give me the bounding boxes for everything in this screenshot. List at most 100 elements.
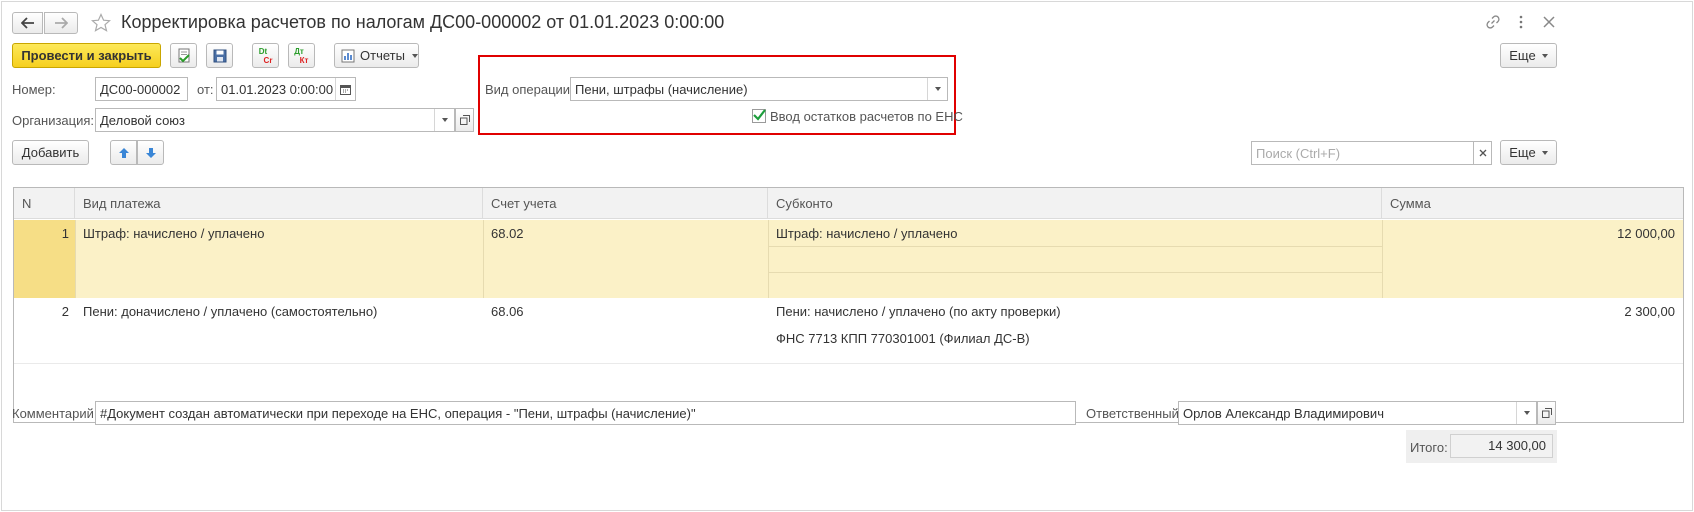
more-vertical-icon[interactable] [1516,14,1526,30]
post-button[interactable] [170,43,197,68]
add-button[interactable]: Добавить [12,140,89,165]
table-more-label: Еще [1509,145,1536,160]
report-icon [341,49,355,62]
arrow-right-icon [55,17,68,29]
document-window: Корректировка расчетов по налогам ДС00-0… [1,1,1693,511]
cell-account: 68.06 [491,304,524,319]
dt-cr-button[interactable]: Dt Cr [252,43,279,68]
comment-value: #Документ создан автоматически при перех… [100,405,696,421]
link-icon[interactable] [1485,14,1501,30]
total-value: 14 300,00 [1450,434,1553,458]
kt-ru-label: Кт [299,55,309,65]
close-icon[interactable] [1542,15,1556,29]
table-header: N Вид платежа Счет учета Субконто Сумма [14,188,1683,219]
dt-ru-label: Дт [294,46,304,56]
responsible-label: Ответственный: [1086,406,1183,421]
comment-field[interactable]: #Документ создан автоматически при перех… [95,401,1076,425]
save-button[interactable] [206,43,233,68]
header-amount[interactable]: Сумма [1382,188,1683,219]
back-button[interactable] [12,12,43,34]
organization-open-button[interactable] [455,108,474,132]
chevron-down-icon [1541,150,1548,155]
post-and-close-button[interactable]: Провести и закрыть [12,43,161,68]
date-label: от: [197,82,214,97]
arrow-left-icon [20,17,34,29]
organization-value: Деловой союз [100,112,186,128]
calendar-icon [340,84,351,95]
page-title: Корректировка расчетов по налогам ДС00-0… [121,12,725,32]
date-value: 01.01.2023 0:00:00 [221,81,334,97]
header-payment-type[interactable]: Вид платежа [75,188,483,219]
subconto-divider [768,246,1382,247]
responsible-value: Орлов Александр Владимирович [1183,405,1384,421]
chevron-down-icon [1523,411,1530,415]
comment-label: Комментарий: [12,406,98,421]
chevron-down-icon [934,87,941,91]
close-icon [1479,149,1486,157]
cell-subconto-2: ФНС 7713 КПП 770301001 (Филиал ДС-В) [776,331,1030,346]
ens-checkbox-label: Ввод остатков расчетов по ЕНС [770,109,963,124]
cell-amount: 12 000,00 [1617,226,1675,241]
total-label: Итого: [1410,440,1448,455]
organization-label: Организация: [12,113,95,128]
cell-account: 68.02 [491,226,524,241]
cell-n: 2 [61,304,69,319]
calendar-button[interactable] [335,78,355,100]
number-label: Номер: [12,82,56,97]
number-value: ДС00-000002 [100,81,181,97]
operation-dropdown[interactable] [927,78,947,100]
table-row[interactable]: 1 Штраф: начислено / уплачено 68.02 Штра… [14,220,1683,298]
organization-dropdown[interactable] [434,109,454,131]
more-button[interactable]: Еще [1500,43,1557,68]
more-label: Еще [1509,48,1536,63]
arrow-down-icon [145,147,156,158]
move-up-button[interactable] [110,140,137,165]
organization-field[interactable]: Деловой союз [95,108,455,132]
cell-subconto-1: Штраф: начислено / уплачено [776,226,958,241]
cell-amount: 2 300,00 [1624,304,1675,319]
cell-subconto-1: Пени: начислено / уплачено (по акту пров… [776,304,1061,319]
cell-n: 1 [61,226,69,241]
responsible-open-button[interactable] [1537,401,1556,425]
table-row[interactable]: 2 Пени: доначислено / уплачено (самостоя… [14,300,1683,364]
star-icon[interactable] [91,13,111,33]
chevron-down-icon [411,53,418,58]
responsible-field[interactable]: Орлов Александр Владимирович [1178,401,1537,425]
open-icon [1541,408,1552,418]
operation-field[interactable]: Пени, штрафы (начисление) [570,77,948,101]
chevron-down-icon [441,118,448,122]
cell-payment-type: Штраф: начислено / уплачено [83,226,265,241]
post-document-icon [178,48,190,62]
search-clear-button[interactable] [1473,141,1492,165]
cr-label: Cr [263,55,273,65]
chevron-down-icon [1541,53,1548,58]
header-account[interactable]: Счет учета [483,188,768,219]
forward-button[interactable] [44,12,78,34]
dt-kt-button[interactable]: Дт Кт [288,43,315,68]
search-placeholder: Поиск (Ctrl+F) [1256,145,1341,161]
payments-table[interactable]: N Вид платежа Счет учета Субконто Сумма … [13,187,1684,423]
responsible-dropdown[interactable] [1516,402,1536,424]
column-divider [483,220,484,298]
dt-label: Dt [258,46,268,56]
subconto-divider [768,272,1382,273]
header-subconto[interactable]: Субконто [768,188,1382,219]
reports-label: Отчеты [360,48,405,63]
column-divider [1382,220,1383,298]
search-input[interactable]: Поиск (Ctrl+F) [1251,141,1474,165]
date-field[interactable]: 01.01.2023 0:00:00 [216,77,356,101]
arrow-up-icon [118,147,129,158]
open-icon [459,115,470,125]
ens-checkbox[interactable] [752,109,766,123]
reports-button[interactable]: Отчеты [334,43,419,68]
operation-value: Пени, штрафы (начисление) [575,81,748,97]
cell-payment-type: Пени: доначислено / уплачено (самостояте… [83,304,378,319]
column-divider [768,220,769,298]
table-more-button[interactable]: Еще [1500,140,1557,165]
checkmark-icon [753,109,766,121]
header-n[interactable]: N [14,188,75,219]
number-field[interactable]: ДС00-000002 [95,77,188,101]
save-icon [213,49,226,62]
operation-label: Вид операции: [485,82,574,97]
move-down-button[interactable] [137,140,164,165]
